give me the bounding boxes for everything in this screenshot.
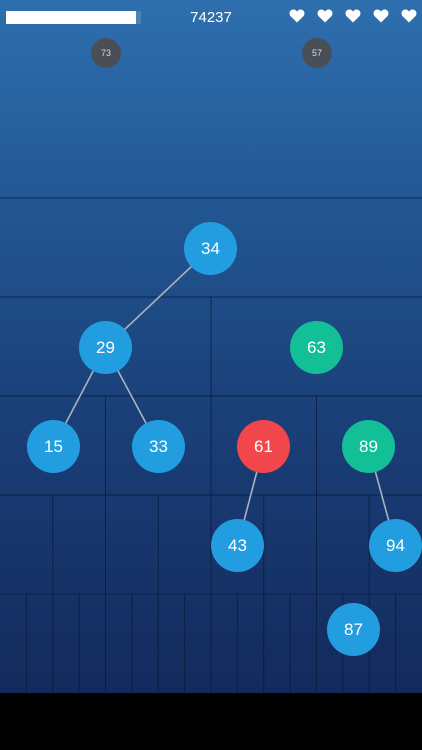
incoming-ball: 57 bbox=[302, 38, 332, 68]
tree-node[interactable]: 89 bbox=[342, 420, 395, 473]
tree-node[interactable]: 61 bbox=[237, 420, 290, 473]
bottom-bar bbox=[0, 693, 422, 750]
tree-node[interactable]: 87 bbox=[327, 603, 380, 656]
heart-icon bbox=[317, 8, 333, 24]
heart-icon bbox=[373, 8, 389, 24]
progress-bar bbox=[6, 11, 141, 24]
tree-node[interactable]: 34 bbox=[184, 222, 237, 275]
tree-node[interactable]: 63 bbox=[290, 321, 343, 374]
tree-node[interactable]: 43 bbox=[211, 519, 264, 572]
score-display: 74237 bbox=[190, 9, 232, 26]
incoming-ball: 73 bbox=[91, 38, 121, 68]
progress-fill bbox=[6, 11, 136, 24]
play-area[interactable]: 74237 73 57 34 29 63 15 33 61 89 43 94 8… bbox=[0, 0, 422, 693]
lives-display bbox=[282, 8, 422, 28]
heart-icon bbox=[289, 8, 305, 24]
tree-grid bbox=[0, 197, 422, 693]
tree-node[interactable]: 29 bbox=[79, 321, 132, 374]
game-screen: 74237 73 57 34 29 63 15 33 61 89 43 94 8… bbox=[0, 0, 422, 750]
tree-node[interactable]: 94 bbox=[369, 519, 422, 572]
tree-node[interactable]: 15 bbox=[27, 420, 80, 473]
heart-icon bbox=[401, 8, 417, 24]
heart-icon bbox=[345, 8, 361, 24]
tree-node[interactable]: 33 bbox=[132, 420, 185, 473]
